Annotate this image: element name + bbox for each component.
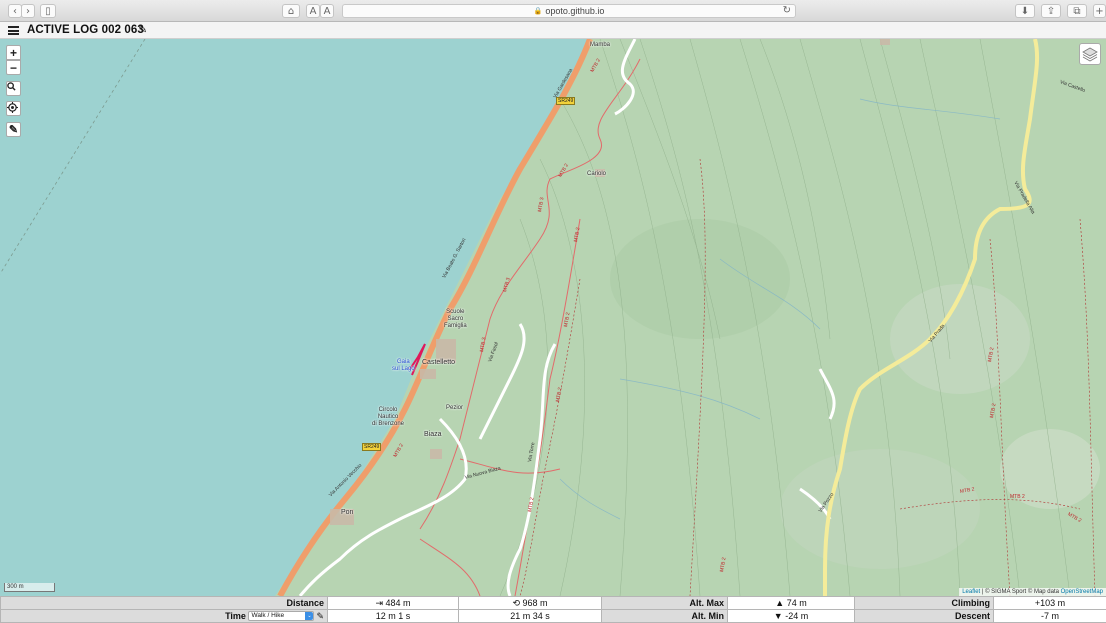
app-header: ACTIVE LOG 002 063 ✎	[0, 22, 1106, 39]
text-larger-button[interactable]: A	[320, 4, 334, 18]
stats-panel: Distance ⇥ 484 m ⟲ 968 m Alt. Max ▲ 74 m…	[0, 596, 1106, 623]
place-label: Scuole Sacro Famiglia	[444, 309, 467, 329]
triangle-down-icon: ▼	[773, 611, 783, 621]
descent-label: Descent	[854, 609, 994, 623]
layers-icon	[1082, 47, 1098, 62]
triangle-up-icon: ▲	[775, 598, 785, 608]
map-view[interactable]: Mamba Cariolo Scuole Sacro Famiglia Cast…	[0, 39, 1106, 596]
table-row: Time Walk / Hike ⌄ ✎ 12 m 1 s 21 m 34 s Al…	[0, 609, 1106, 623]
place-label: Gaia sul Lago	[392, 359, 415, 372]
descent-value: -7 m	[993, 609, 1106, 623]
activity-mode-value: Walk / Hike	[251, 612, 285, 620]
text-smaller-button[interactable]: A	[306, 4, 320, 18]
climbing-label: Climbing	[854, 596, 994, 610]
new-tab-button[interactable]: +	[1093, 4, 1106, 18]
pencil-icon: ✎	[8, 124, 19, 136]
place-label: Pezior	[446, 405, 464, 411]
pencil-icon[interactable]: ✎	[138, 23, 147, 36]
alt-max-value: 74 m	[786, 598, 807, 608]
forward-button[interactable]: ›	[21, 4, 35, 18]
reload-icon[interactable]: ↻	[783, 5, 791, 16]
place-label: Mamba	[590, 42, 611, 48]
alt-max-cell: ▲ 74 m	[727, 596, 855, 610]
alt-min-value: -24 m	[785, 611, 809, 621]
climbing-value: +103 m	[993, 596, 1106, 610]
alt-min-cell: ▼ -24 m	[727, 609, 855, 623]
map-tiles	[0, 39, 1100, 596]
time-cell: Time Walk / Hike ⌄ ✎	[0, 609, 328, 623]
distance-total-cell: ⇥ 484 m	[327, 596, 459, 610]
distance-alt-cell: ⟲ 968 m	[458, 596, 602, 610]
alt-max-label: Alt. Max	[601, 596, 728, 610]
crosshair-icon	[7, 102, 18, 113]
time-label: Time	[225, 610, 246, 621]
share-button[interactable]: ⇪	[1041, 4, 1061, 18]
url-text: opoto.github.io	[545, 6, 605, 16]
reset-icon: ⟲	[512, 597, 520, 608]
zoom-out-button[interactable]: −	[6, 60, 21, 75]
time-2: 21 m 34 s	[458, 609, 602, 623]
address-bar[interactable]: 🔒 opoto.github.io ↻	[342, 4, 796, 18]
tabs-button[interactable]: ⧉	[1067, 4, 1087, 18]
mtb-label: MTB 2	[1010, 494, 1025, 500]
place-label: Castelletto	[422, 359, 456, 366]
alt-min-label: Alt. Min	[601, 609, 728, 623]
road-shield: SR249	[362, 443, 382, 451]
distance-alt: 968 m	[522, 597, 548, 608]
search-button[interactable]	[6, 81, 21, 96]
distance-label: Distance	[0, 596, 328, 610]
stats-table: Distance ⇥ 484 m ⟲ 968 m Alt. Max ▲ 74 m…	[0, 596, 1106, 623]
place-label: Cariolo	[587, 171, 607, 177]
browser-toolbar: ‹ › ▯ ⌂ A A 🔒 opoto.github.io ↻ ⬇ ⇪ ⧉ +	[0, 0, 1106, 22]
time-1: 12 m 1 s	[327, 609, 459, 623]
activity-mode-select[interactable]: Walk / Hike ⌄	[248, 611, 315, 622]
log-title: ACTIVE LOG 002 063	[27, 24, 144, 36]
road-shield: SR249	[556, 97, 576, 105]
arrow-to-end-icon: ⇥	[375, 597, 383, 608]
locate-button[interactable]	[6, 101, 21, 116]
place-label: Biaza	[424, 431, 442, 438]
distance-total: 484 m	[385, 597, 411, 608]
chevron-down-icon: ⌄	[305, 612, 314, 621]
home-button[interactable]: ⌂	[282, 4, 300, 18]
table-row: Distance ⇥ 484 m ⟲ 968 m Alt. Max ▲ 74 m…	[0, 596, 1106, 610]
zoom-in-button[interactable]: +	[6, 45, 21, 60]
back-button[interactable]: ‹	[8, 4, 22, 18]
place-label: Pon	[341, 509, 354, 516]
draw-button[interactable]: ✎	[6, 122, 21, 137]
magnifier-icon	[7, 82, 16, 91]
leaflet-link[interactable]: Leaflet	[962, 589, 980, 595]
place-label: Circolo Nautico di Brenzone	[372, 407, 405, 427]
sidebar-toggle-button[interactable]: ▯	[40, 4, 56, 18]
lock-icon: 🔒	[533, 8, 543, 15]
map-attribution: Leaflet | © SIGMA Sport © Map data OpenS…	[959, 588, 1106, 596]
download-button[interactable]: ⬇	[1015, 4, 1035, 18]
attribution-text: | © SIGMA Sport © Map data	[980, 589, 1061, 595]
osm-link[interactable]: OpenStreetMap	[1061, 589, 1103, 595]
pencil-icon[interactable]: ✎	[316, 611, 324, 621]
layers-button[interactable]	[1079, 43, 1101, 65]
hamburger-menu-icon[interactable]	[8, 26, 19, 35]
scale-bar: 300 m	[4, 583, 55, 592]
